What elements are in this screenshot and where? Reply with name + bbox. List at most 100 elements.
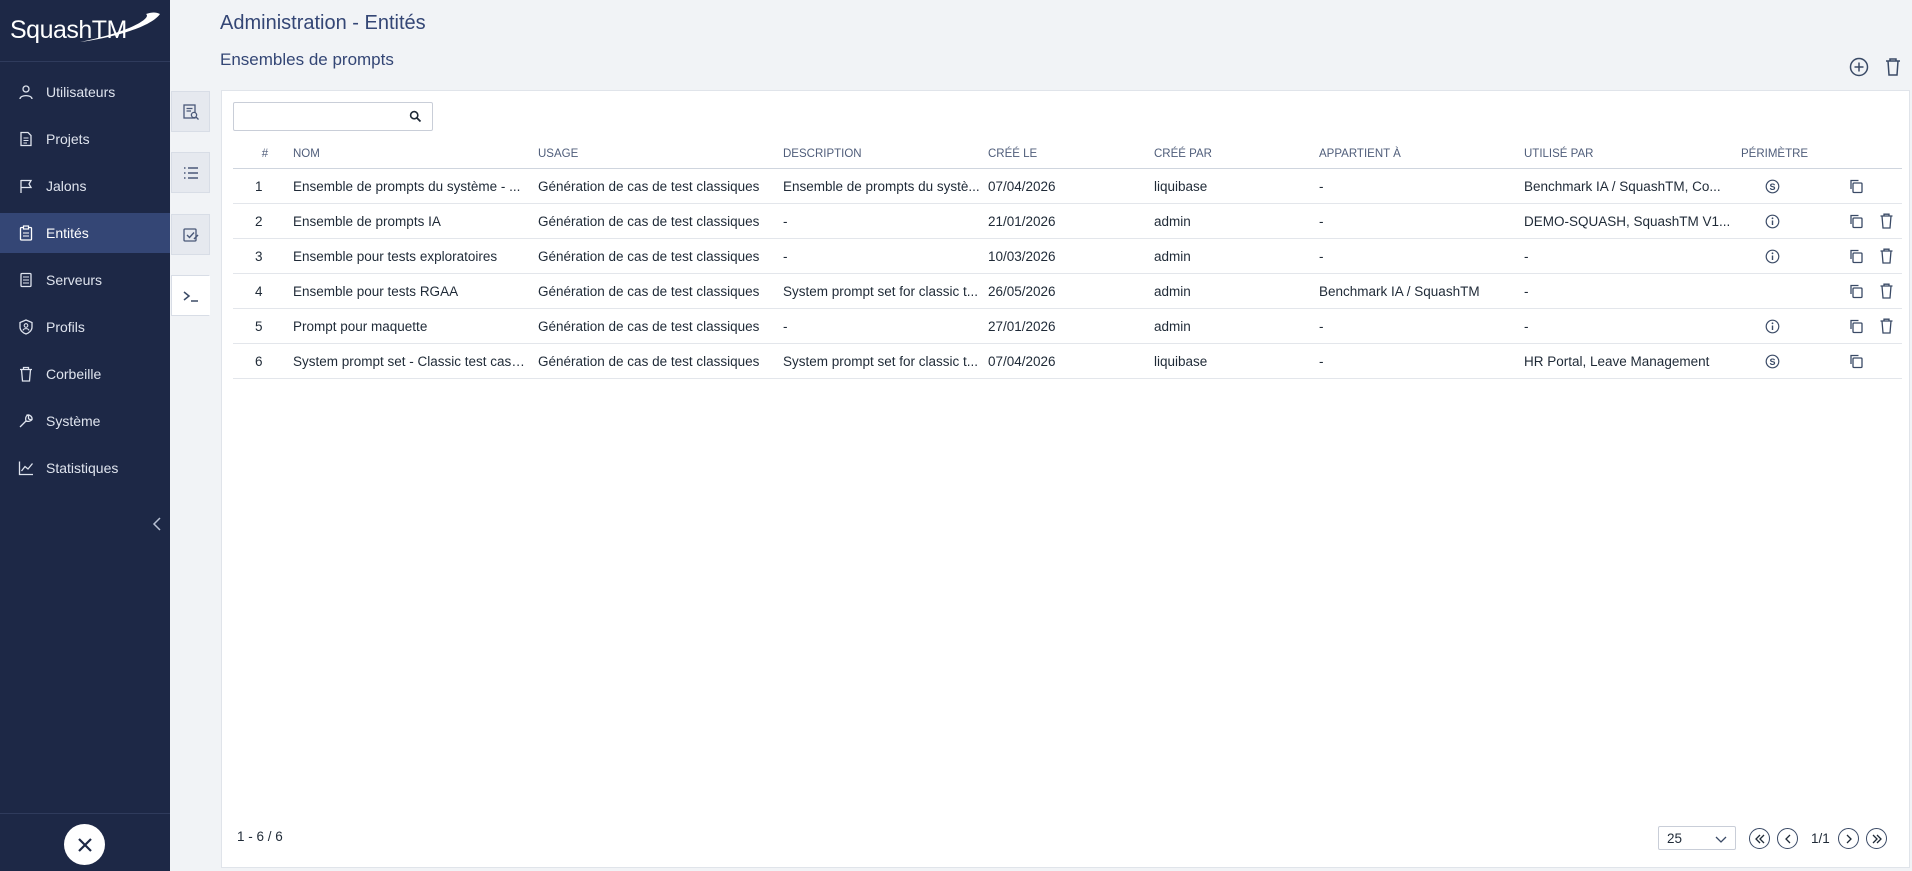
delete-icon[interactable]: [1875, 204, 1897, 238]
cell-usage: Génération de cas de test classiques: [538, 204, 770, 238]
col-header-number[interactable]: #: [255, 139, 275, 168]
document-search-icon: [182, 103, 199, 120]
col-header-cree-par[interactable]: CRÉÉ PAR: [1154, 139, 1304, 168]
cell-description: Ensemble de prompts du systè...: [783, 169, 981, 203]
table-row[interactable]: 3 Ensemble pour tests exploratoires Généra…: [233, 239, 1902, 274]
cell-nom[interactable]: Ensemble pour tests RGAA: [293, 274, 529, 308]
sidebar-item-corbeille[interactable]: Corbeille: [0, 354, 170, 394]
col-header-appartient[interactable]: APPARTIENT À: [1319, 139, 1519, 168]
col-header-description[interactable]: DESCRIPTION: [783, 139, 981, 168]
sidebar-item-statistiques[interactable]: Statistiques: [0, 448, 170, 488]
copy-icon[interactable]: [1845, 204, 1867, 238]
cell-nom[interactable]: System prompt set - Classic test case...: [293, 344, 529, 378]
cell-nom[interactable]: Ensemble de prompts du système - ...: [293, 169, 529, 203]
table-row[interactable]: 6 System prompt set - Classic test case..…: [233, 344, 1902, 379]
cell-cree-par-text: liquibase: [1154, 178, 1208, 194]
sidebar-nav: Utilisateurs Projets Jalons Entités Serveurs…: [0, 62, 170, 488]
chart-line-icon: [17, 459, 35, 477]
cell-perimetre: [1741, 239, 1821, 273]
cell-cree-le: 07/04/2026: [988, 169, 1108, 203]
next-page-button[interactable]: [1838, 828, 1859, 849]
tab-list[interactable]: [171, 152, 210, 193]
delete-icon[interactable]: [1875, 239, 1897, 273]
table-row[interactable]: 5 Prompt pour maquette Génération de cas d…: [233, 309, 1902, 344]
col-header-nom[interactable]: NOM: [293, 139, 529, 168]
search-icon[interactable]: [409, 110, 422, 128]
search-box: [233, 102, 433, 131]
sidebar-item-jalons[interactable]: Jalons: [0, 166, 170, 206]
sidebar-item-systeme[interactable]: Système: [0, 401, 170, 441]
info-icon[interactable]: [1765, 319, 1780, 334]
cell-usage: Génération de cas de test classiques: [538, 274, 770, 308]
cell-appartient-text: -: [1319, 213, 1324, 229]
cell-appartient: -: [1319, 169, 1519, 203]
cell-usage-text: Génération de cas de test classiques: [538, 318, 760, 334]
info-icon[interactable]: [1765, 214, 1780, 229]
cell-description-text: Ensemble de prompts du systè...: [783, 178, 980, 194]
cell-perimetre: [1741, 309, 1821, 343]
prompt-sets-panel: # NOM USAGE DESCRIPTION CRÉÉ LE CRÉÉ PAR…: [221, 90, 1910, 868]
col-header-utilise-par[interactable]: UTILISÉ PAR: [1524, 139, 1734, 168]
last-page-button[interactable]: [1866, 828, 1887, 849]
cell-number-text: 1: [255, 178, 263, 194]
system-scope-icon[interactable]: S: [1765, 354, 1780, 369]
sidebar-item-projets[interactable]: Projets: [0, 119, 170, 159]
delete-selection-button[interactable]: [1882, 56, 1904, 78]
cell-utilise-par: -: [1524, 309, 1734, 343]
sidebar-item-profils[interactable]: Profils: [0, 307, 170, 347]
cell-nom[interactable]: Ensemble pour tests exploratoires: [293, 239, 529, 273]
copy-icon[interactable]: [1845, 169, 1867, 203]
row-count: 1 - 6 / 6: [237, 829, 283, 844]
collapse-sidebar-icon[interactable]: [150, 514, 164, 534]
cell-cree-par-text: admin: [1154, 248, 1191, 264]
cell-cree-par-text: admin: [1154, 318, 1191, 334]
cell-number-text: 6: [255, 353, 263, 369]
copy-icon[interactable]: [1845, 309, 1867, 343]
sidebar: SquashTM Utilisateurs Projets Jalons Entité…: [0, 0, 170, 871]
cell-perimetre: S: [1741, 344, 1821, 378]
sidebar-item-label: Système: [46, 413, 101, 429]
copy-icon[interactable]: [1845, 274, 1867, 308]
cell-description: System prompt set for classic t...: [783, 274, 981, 308]
first-page-button[interactable]: [1749, 828, 1770, 849]
table-row[interactable]: 1 Ensemble de prompts du système - ... Gén…: [233, 169, 1902, 204]
previous-page-button[interactable]: [1777, 828, 1798, 849]
delete-icon[interactable]: [1875, 274, 1897, 308]
table-row[interactable]: 2 Ensemble de prompts IA Génération de cas…: [233, 204, 1902, 239]
app-logo[interactable]: SquashTM: [0, 0, 170, 62]
copy-icon[interactable]: [1845, 239, 1867, 273]
info-icon[interactable]: [1765, 249, 1780, 264]
table-row[interactable]: 4 Ensemble pour tests RGAA Génération de c…: [233, 274, 1902, 309]
tab-checklist[interactable]: [171, 214, 210, 255]
tab-list-view[interactable]: [171, 91, 210, 132]
col-header-perimetre[interactable]: PÉRIMÈTRE: [1741, 139, 1821, 168]
delete-icon[interactable]: [1875, 309, 1897, 343]
close-button[interactable]: [64, 824, 105, 865]
cell-utilise-par-text: HR Portal, Leave Management: [1524, 353, 1710, 369]
add-button[interactable]: [1848, 56, 1870, 78]
tab-prompts[interactable]: [171, 275, 210, 316]
page-info: 1/1: [1811, 831, 1830, 846]
cell-appartient-text: -: [1319, 318, 1324, 334]
cell-cree-par: admin: [1154, 204, 1304, 238]
sidebar-item-serveurs[interactable]: Serveurs: [0, 260, 170, 300]
copy-icon[interactable]: [1845, 344, 1867, 378]
sidebar-item-entites[interactable]: Entités: [0, 213, 170, 253]
cell-description-text: System prompt set for classic t...: [783, 283, 979, 299]
system-scope-icon[interactable]: S: [1765, 179, 1780, 194]
cell-nom[interactable]: Ensemble de prompts IA: [293, 204, 529, 238]
cell-nom[interactable]: Prompt pour maquette: [293, 309, 529, 343]
cell-number: 3: [255, 239, 275, 273]
col-header-cree-le[interactable]: CRÉÉ LE: [988, 139, 1108, 168]
sidebar-item-label: Entités: [46, 225, 89, 241]
sidebar-item-label: Jalons: [46, 178, 87, 194]
sidebar-item-utilisateurs[interactable]: Utilisateurs: [0, 72, 170, 112]
cell-nom-text: Ensemble pour tests exploratoires: [293, 248, 498, 264]
flag-icon: [17, 177, 35, 195]
search-input[interactable]: [234, 103, 404, 130]
cell-description: -: [783, 239, 981, 273]
col-header-usage[interactable]: USAGE: [538, 139, 770, 168]
page-size-select[interactable]: 25: [1658, 826, 1736, 850]
sidebar-item-label: Profils: [46, 319, 85, 335]
trash-icon: [17, 365, 35, 383]
